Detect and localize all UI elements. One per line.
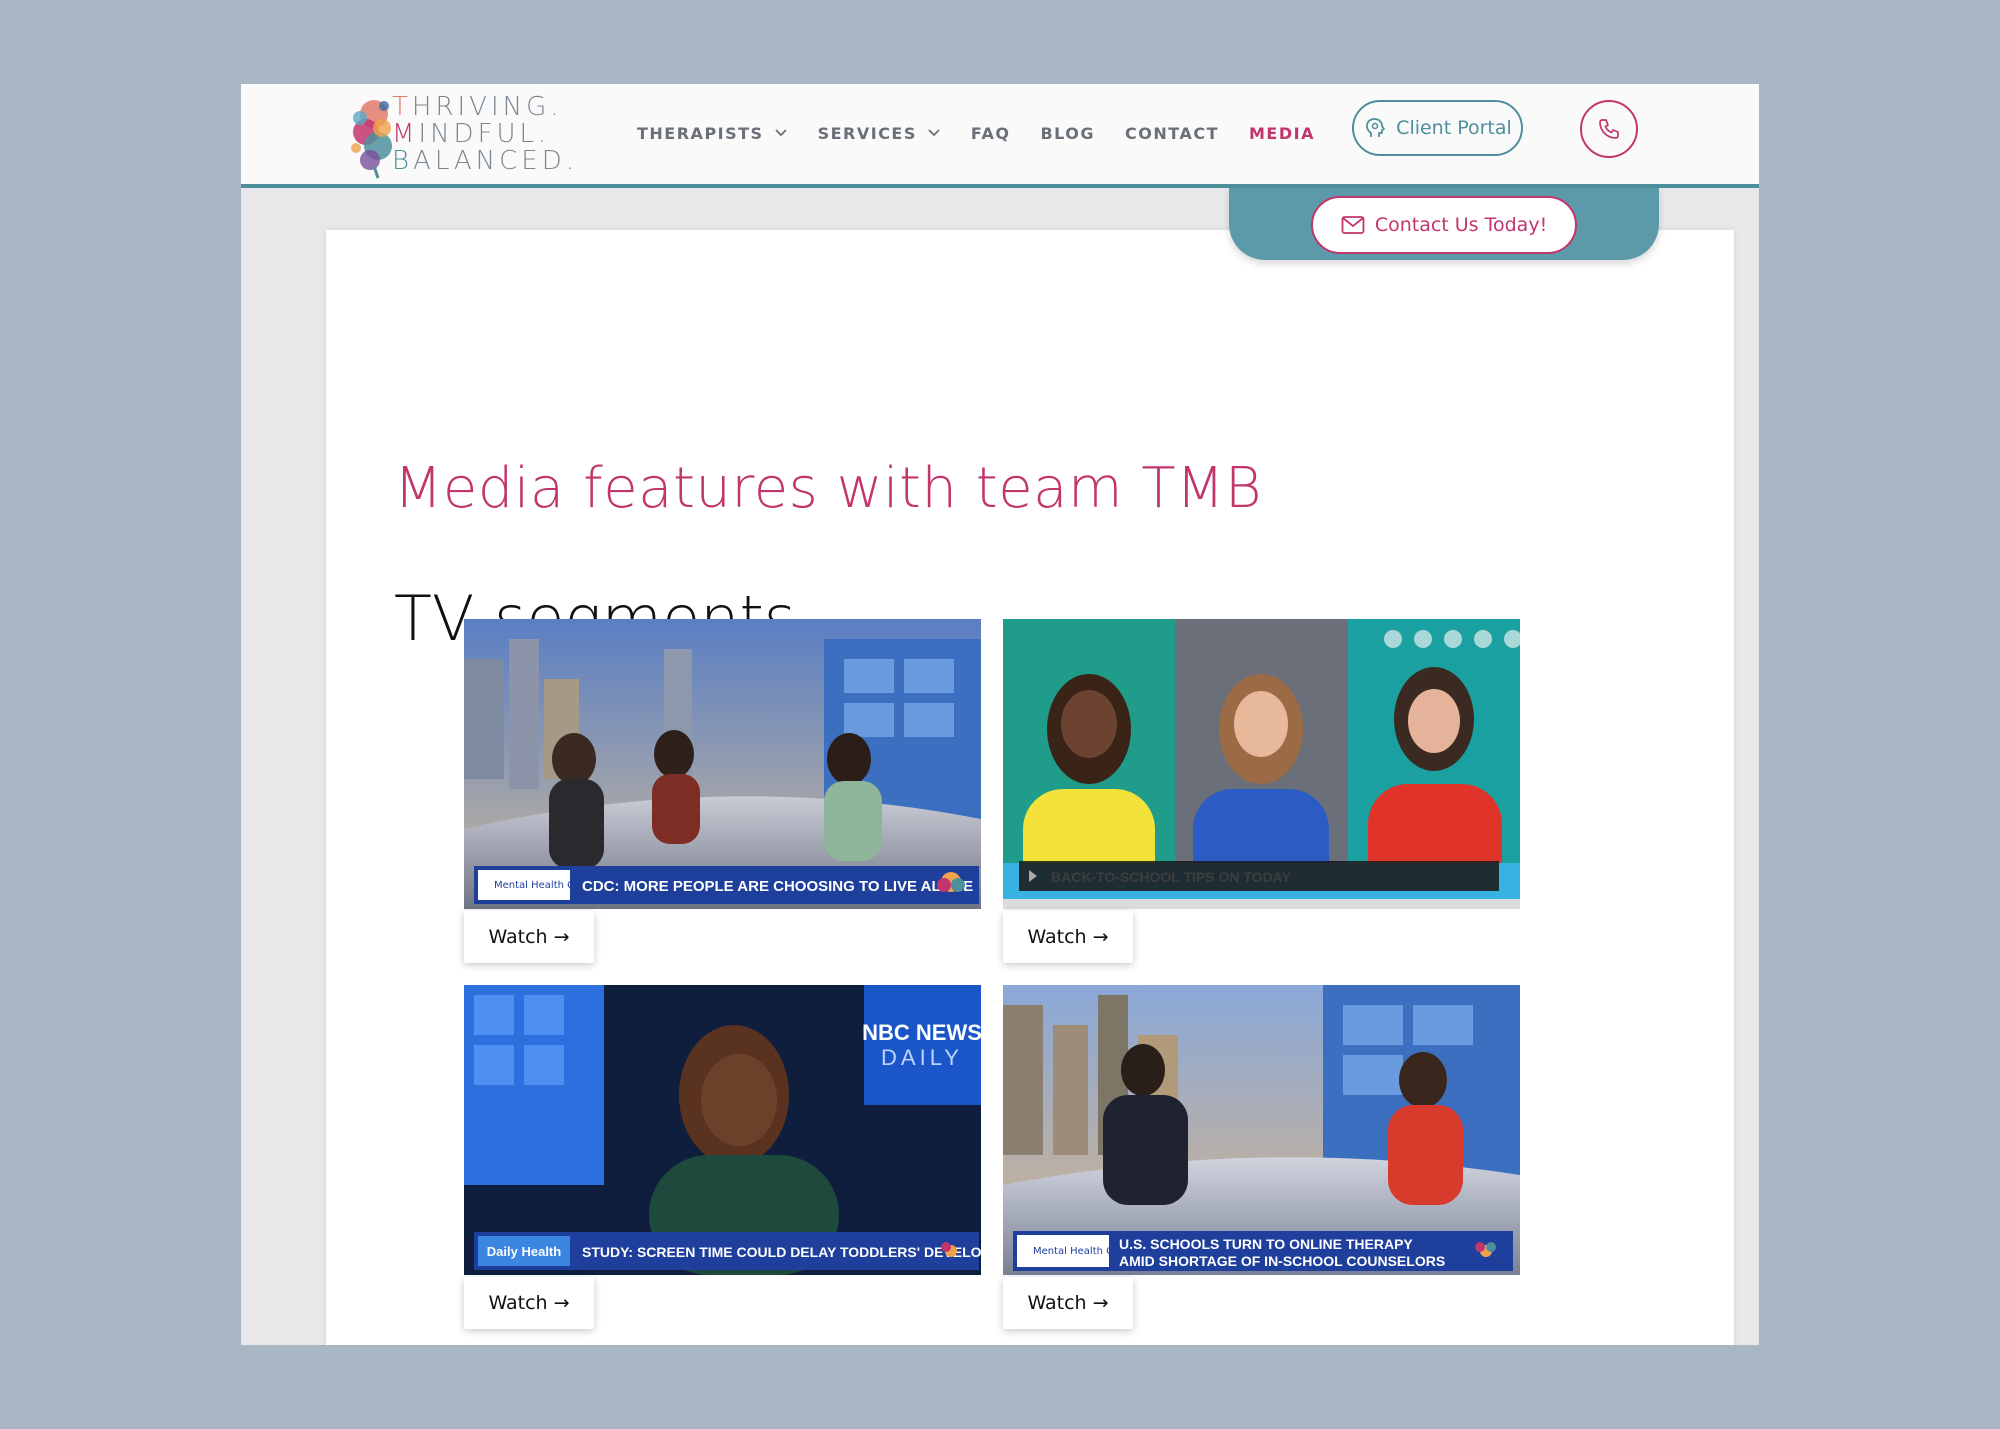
- watch-button[interactable]: Watch →: [464, 1277, 594, 1329]
- svg-text:U.S. SCHOOLS TURN TO ONLINE TH: U.S. SCHOOLS TURN TO ONLINE THERAPY: [1119, 1236, 1413, 1252]
- video-thumbnail-3[interactable]: NBC NEWS DAILY Daily Health STUDY: SCREE…: [464, 985, 981, 1275]
- content-card: Media features with team TMB TV segments: [326, 230, 1734, 1345]
- anchor-closeup-image: NBC NEWS DAILY Daily Health STUDY: SCREE…: [464, 985, 981, 1275]
- svg-text:DAILY: DAILY: [881, 1045, 963, 1070]
- nav-therapists[interactable]: THERAPISTS: [637, 124, 788, 143]
- studio-scene-image: Mental Health Check CDC: MORE PEOPLE ARE…: [464, 619, 981, 909]
- main-nav: THERAPISTS SERVICES FAQ BLOG CONTACT MED…: [637, 118, 1345, 148]
- video-thumbnail-1[interactable]: Mental Health Check CDC: MORE PEOPLE ARE…: [464, 619, 981, 909]
- nav-contact[interactable]: CONTACT: [1125, 124, 1219, 143]
- split-screen-image: BACK-TO-SCHOOL TIPS ON TODAY: [1003, 619, 1520, 909]
- svg-text:NBC NEWS: NBC NEWS: [862, 1020, 981, 1045]
- nav-faq[interactable]: FAQ: [971, 124, 1011, 143]
- logo-wordmark: THRIVING. MINDFUL. BALANCED.: [392, 92, 579, 176]
- phone-button[interactable]: [1580, 100, 1638, 158]
- watch-button[interactable]: Watch →: [464, 911, 594, 963]
- nav-services[interactable]: SERVICES: [818, 124, 941, 143]
- svg-text:CDC: MORE PEOPLE ARE CHOOSING: CDC: MORE PEOPLE ARE CHOOSING TO LIVE AL…: [582, 878, 973, 895]
- watch-button[interactable]: Watch →: [1003, 911, 1133, 963]
- browser-viewport: THRIVING. MINDFUL. BALANCED. THERAPISTS …: [241, 84, 1759, 1345]
- chevron-down-icon: [928, 129, 940, 137]
- chevron-down-icon: [774, 129, 787, 137]
- svg-text:STUDY: SCREEN TIME COULD DELAY: STUDY: SCREEN TIME COULD DELAY TODDLERS'…: [582, 1244, 981, 1260]
- head-profile-icon: [1366, 118, 1386, 137]
- phone-icon: [1599, 119, 1619, 139]
- svg-text:BACK-TO-SCHOOL TIPS ON TODAY: BACK-TO-SCHOOL TIPS ON TODAY: [1051, 869, 1292, 885]
- nav-blog[interactable]: BLOG: [1040, 124, 1095, 143]
- nav-media[interactable]: MEDIA: [1249, 124, 1315, 143]
- svg-text:Daily Health: Daily Health: [487, 1244, 561, 1259]
- svg-text:AMID SHORTAGE OF IN-SCHOOL COU: AMID SHORTAGE OF IN-SCHOOL COUNSELORS: [1119, 1253, 1445, 1269]
- contact-us-button[interactable]: Contact Us Today!: [1311, 196, 1577, 254]
- site-logo[interactable]: THRIVING. MINDFUL. BALANCED.: [344, 84, 584, 184]
- contact-tab: Contact Us Today!: [1229, 188, 1659, 260]
- site-header: THRIVING. MINDFUL. BALANCED. THERAPISTS …: [241, 84, 1759, 188]
- page-title: Media features with team TMB: [394, 456, 1263, 521]
- studio-interview-image: Mental Health Check U.S. SCHOOLS TURN TO…: [1003, 985, 1520, 1275]
- envelope-icon: [1341, 216, 1365, 234]
- video-thumbnail-2[interactable]: BACK-TO-SCHOOL TIPS ON TODAY: [1003, 619, 1520, 909]
- client-portal-button[interactable]: Client Portal: [1352, 100, 1523, 156]
- watch-button[interactable]: Watch →: [1003, 1277, 1133, 1329]
- video-thumbnail-4[interactable]: Mental Health Check U.S. SCHOOLS TURN TO…: [1003, 985, 1520, 1275]
